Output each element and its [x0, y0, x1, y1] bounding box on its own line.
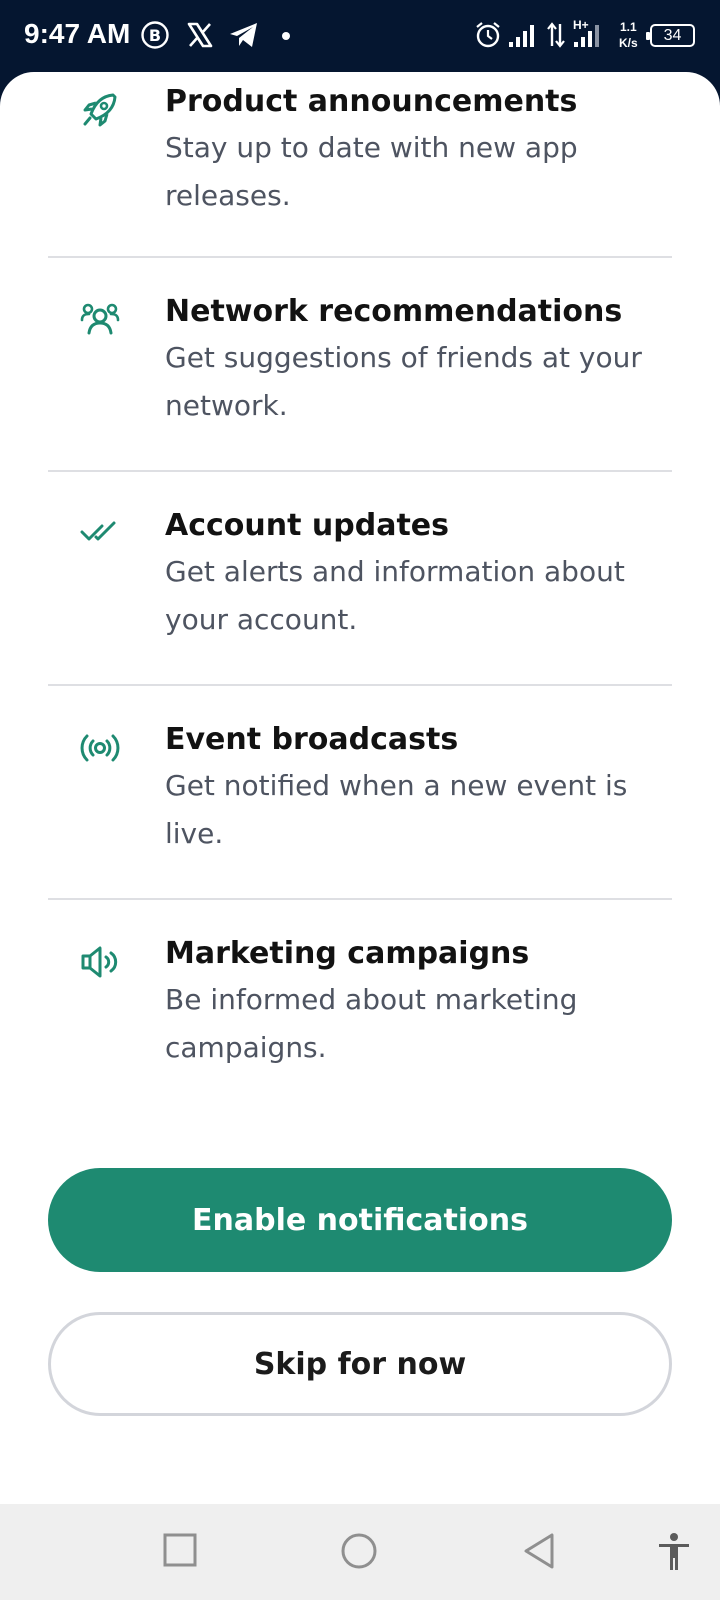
battery-level: 34: [663, 27, 682, 44]
data-arrows-icon: [547, 22, 565, 48]
item-title: Product announcements: [165, 84, 578, 119]
megaphone-icon: [81, 946, 118, 978]
list-item-account-updates: Account updates Get alerts and informati…: [48, 508, 672, 636]
signal-icon: [574, 25, 599, 47]
rocket-icon: [83, 93, 117, 127]
accessibility-icon[interactable]: [656, 1532, 692, 1572]
recents-square-icon[interactable]: [162, 1532, 198, 1568]
network-speed-unit: K/s: [619, 36, 638, 50]
broadcast-icon: [80, 734, 120, 762]
signal-icon: [509, 25, 534, 47]
item-title: Network recommendations: [165, 294, 623, 329]
item-description: Get notified when a new event is live.: [165, 769, 628, 850]
double-check-icon: [80, 521, 116, 541]
item-description: Get suggestions of friends at your netwo…: [165, 341, 642, 422]
list-item-network-recommendations: Network recommendations Get suggestions …: [48, 294, 672, 422]
network-speed-value: 1.1: [620, 20, 637, 34]
telegram-icon: [230, 23, 257, 47]
b-circle-icon: B: [141, 21, 169, 49]
skip-for-now-button[interactable]: Skip for now: [48, 1312, 672, 1416]
list-item-product-announcements: Product announcements Stay up to date wi…: [48, 84, 672, 212]
dot-icon: [282, 32, 290, 40]
item-description: Get alerts and information about your ac…: [165, 555, 625, 636]
list-item-marketing-campaigns: Marketing campaigns Be informed about ma…: [48, 936, 672, 1064]
alarm-icon: [476, 22, 500, 48]
divider: [48, 898, 672, 900]
system-navigation-bar: [0, 1504, 720, 1600]
item-title: Event broadcasts: [165, 722, 459, 757]
item-title: Account updates: [165, 508, 449, 543]
item-title: Marketing campaigns: [165, 936, 530, 971]
svg-text:B: B: [149, 26, 161, 45]
enable-notifications-button[interactable]: Enable notifications: [48, 1168, 672, 1272]
list-item-event-broadcasts: Event broadcasts Get notified when a new…: [48, 722, 672, 850]
notification-preferences-sheet: Product announcements Stay up to date wi…: [0, 72, 720, 1504]
divider: [48, 684, 672, 686]
status-time: 9:47 AM: [24, 18, 131, 49]
divider: [48, 256, 672, 258]
home-circle-icon[interactable]: [340, 1532, 378, 1570]
item-description: Stay up to date with new app releases.: [165, 131, 578, 212]
item-description: Be informed about marketing campaigns.: [165, 983, 578, 1064]
x-logo-icon: [187, 22, 213, 48]
battery-icon: 34: [646, 24, 695, 47]
back-triangle-icon[interactable]: [522, 1532, 558, 1570]
people-icon: [80, 303, 120, 335]
divider: [48, 470, 672, 472]
status-bar: 9:47 AM B H+ 1.1 K/s 34: [0, 0, 720, 74]
